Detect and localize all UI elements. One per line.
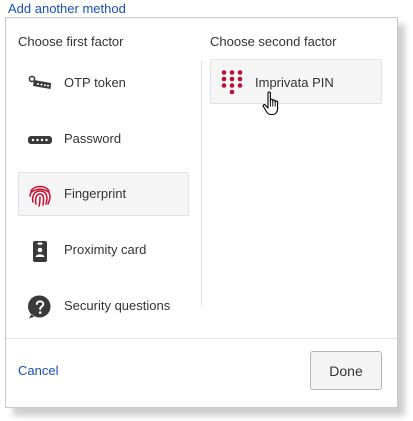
factor-otp-token[interactable]: OTP token [18, 61, 189, 105]
pin-keypad-icon [220, 69, 244, 95]
factor-password[interactable]: Password [18, 117, 189, 161]
factor-label: Imprivata PIN [255, 75, 334, 90]
second-factor-title: Choose second factor [210, 34, 337, 49]
factor-imprivata-pin[interactable]: Imprivata PIN [210, 59, 382, 104]
password-icon [27, 127, 53, 153]
done-button[interactable]: Done [310, 351, 382, 390]
factor-label: Security questions [64, 298, 171, 313]
choose-factor-dialog: Choose first factor Choose second factor… [5, 17, 398, 408]
column-divider [201, 60, 202, 306]
security-questions-icon [27, 294, 53, 320]
factor-label: Fingerprint [64, 186, 127, 201]
fingerprint-icon [27, 182, 53, 208]
otp-token-icon [27, 71, 53, 97]
factor-fingerprint[interactable]: Fingerprint [18, 172, 189, 216]
factor-security-questions[interactable]: Security questions [18, 284, 189, 328]
cancel-link[interactable]: Cancel [18, 363, 58, 378]
factor-label: Proximity card [64, 242, 147, 257]
factor-label: Password [64, 131, 122, 146]
first-factor-title: Choose first factor [18, 34, 124, 49]
factor-proximity-card[interactable]: Proximity card [18, 228, 189, 272]
add-another-method-link[interactable]: Add another method [8, 1, 126, 16]
factor-label: OTP token [64, 75, 126, 90]
footer-divider [6, 338, 397, 339]
proximity-card-icon [27, 238, 53, 264]
